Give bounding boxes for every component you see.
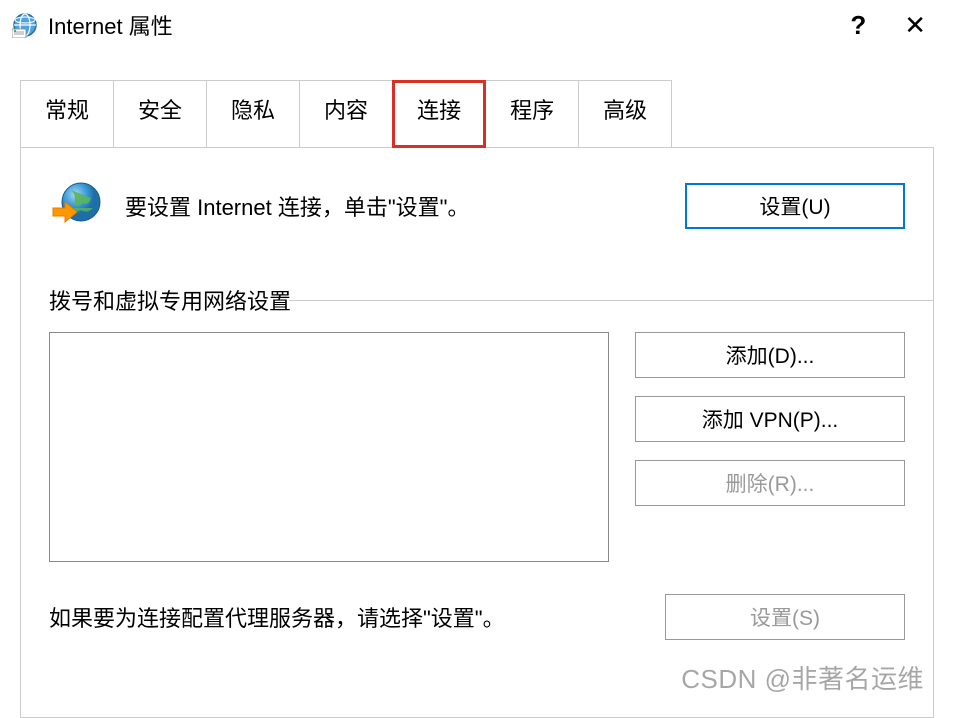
tabs-container: 常规 安全 隐私 内容 连接 程序 高级 — [0, 80, 954, 148]
tab-panel-connections: 要设置 Internet 连接，单击"设置"。 设置(U) 拨号和虚拟专用网络设… — [20, 147, 934, 718]
globe-arrow-icon — [49, 178, 105, 234]
setup-row: 要设置 Internet 连接，单击"设置"。 设置(U) — [49, 178, 905, 234]
tab-general[interactable]: 常规 — [20, 80, 114, 148]
window-title: Internet 属性 — [48, 9, 850, 41]
dialup-row: 添加(D)... 添加 VPN(P)... 删除(R)... — [49, 332, 905, 562]
setup-left: 要设置 Internet 连接，单击"设置"。 — [49, 178, 469, 234]
add-vpn-button[interactable]: 添加 VPN(P)... — [635, 396, 905, 442]
dialup-listbox[interactable] — [49, 332, 609, 562]
dialup-buttons: 添加(D)... 添加 VPN(P)... 删除(R)... — [635, 332, 905, 506]
tab-advanced[interactable]: 高级 — [578, 80, 672, 148]
setup-text: 要设置 Internet 连接，单击"设置"。 — [125, 190, 469, 222]
proxy-settings-button: 设置(S) — [665, 594, 905, 640]
tab-security[interactable]: 安全 — [113, 80, 207, 148]
internet-options-icon — [12, 12, 38, 38]
proxy-text: 如果要为连接配置代理服务器，请选择"设置"。 — [49, 601, 505, 633]
help-icon[interactable]: ? — [850, 10, 866, 41]
close-icon[interactable]: ✕ — [904, 10, 926, 41]
add-button[interactable]: 添加(D)... — [635, 332, 905, 378]
proxy-row: 如果要为连接配置代理服务器，请选择"设置"。 设置(S) — [49, 594, 905, 640]
tab-content[interactable]: 内容 — [299, 80, 393, 148]
remove-button: 删除(R)... — [635, 460, 905, 506]
titlebar-controls: ? ✕ — [850, 10, 942, 41]
tab-connections[interactable]: 连接 — [392, 80, 486, 148]
tabs: 常规 安全 隐私 内容 连接 程序 高级 — [20, 80, 934, 148]
dialup-section-label: 拨号和虚拟专用网络设置 — [49, 284, 905, 316]
titlebar: Internet 属性 ? ✕ — [0, 0, 954, 50]
setup-button[interactable]: 设置(U) — [685, 183, 905, 229]
tab-programs[interactable]: 程序 — [485, 80, 579, 148]
tab-privacy[interactable]: 隐私 — [206, 80, 300, 148]
dialog-window: Internet 属性 ? ✕ 常规 安全 隐私 内容 连接 程序 高级 — [0, 0, 954, 718]
